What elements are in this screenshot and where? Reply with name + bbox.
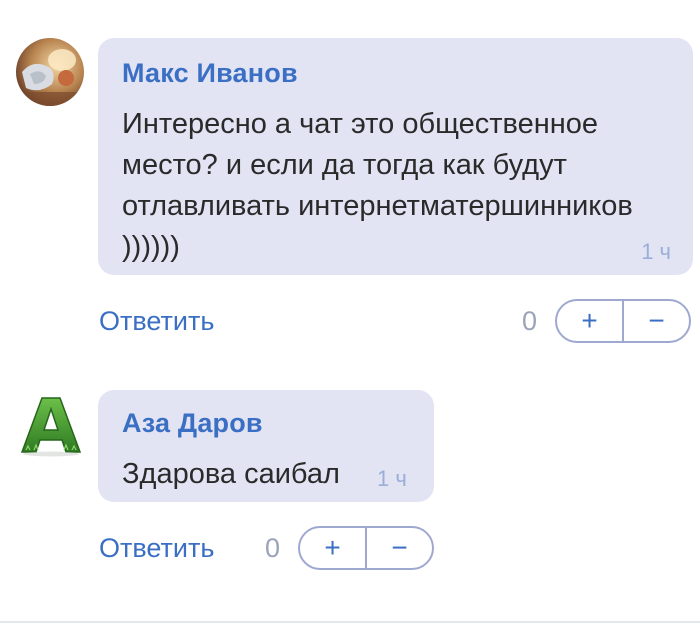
upvote-button[interactable]: + [557,301,624,341]
vote-control: + − [555,299,691,343]
grass-letter-a-icon [20,397,82,457]
vote-score: 0 [265,533,281,563]
downvote-button[interactable]: − [367,528,432,568]
upvote-button[interactable]: + [300,528,367,568]
comment-time: 1 ч [377,466,407,491]
comment-text: Здарова саибал [122,458,340,490]
comment-bubble: Макс Иванов Интересно а чат это обществе… [98,38,693,275]
downvote-button[interactable]: − [624,301,689,341]
comment-item: Аза Даров Здарова саибал 1 ч Ответить 0 … [0,370,700,590]
avatar[interactable] [16,38,84,106]
comment-author[interactable]: Аза Даров [122,408,263,439]
avatar[interactable] [18,392,84,458]
comment-time: 1 ч [641,239,671,264]
divider [0,621,700,623]
profile-photo-icon [16,38,84,106]
vote-control: + − [298,526,434,570]
comment-text: Интересно а чат это общественное место? … [122,108,633,263]
comment-item: Макс Иванов Интересно а чат это обществе… [0,0,700,360]
comment-bubble: Аза Даров Здарова саибал 1 ч [98,390,434,502]
comment-author[interactable]: Макс Иванов [122,58,298,89]
vote-score: 0 [522,306,538,336]
reply-button[interactable]: Ответить [99,306,214,337]
reply-button[interactable]: Ответить [99,533,214,564]
